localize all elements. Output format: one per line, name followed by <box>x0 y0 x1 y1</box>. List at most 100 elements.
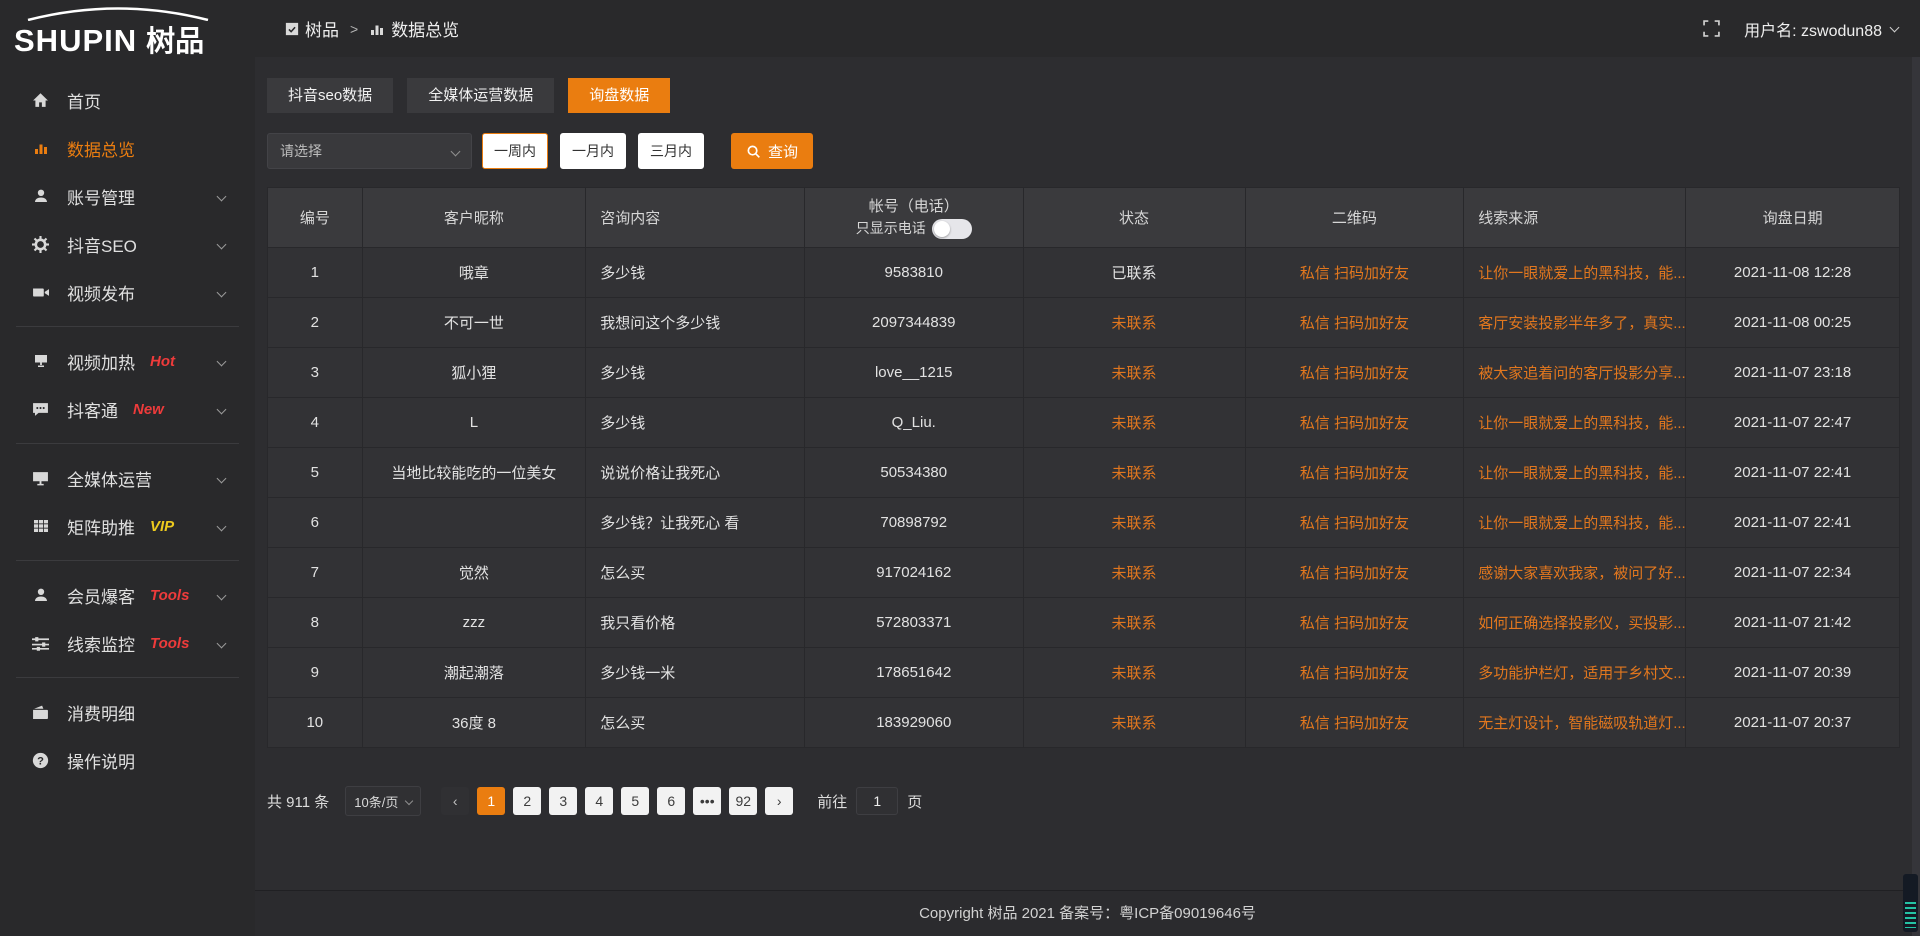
username-label: 用户名: zswodun88 <box>1744 17 1882 41</box>
cell-source[interactable]: 无主灯设计，智能磁吸轨道灯... <box>1464 698 1686 748</box>
grid-icon <box>31 518 50 534</box>
column-header: 编号 <box>268 188 363 248</box>
cell-qrcode[interactable]: 私信 扫码加好友 <box>1245 448 1464 498</box>
sidebar-item-sliders[interactable]: 线索监控Tools <box>0 619 255 667</box>
table-row: 3狐小狸多少钱love__1215未联系私信 扫码加好友被大家追着问的客厅投影分… <box>268 348 1900 398</box>
scrollbar-track[interactable] <box>1912 57 1920 936</box>
chevron-down-icon <box>217 356 227 366</box>
badge-new: New <box>133 401 164 418</box>
page-size-select[interactable]: 10条/页 <box>345 786 421 816</box>
cell-source[interactable]: 被大家追着问的客厅投影分享... <box>1464 348 1686 398</box>
tab-询盘数据[interactable]: 询盘数据 <box>568 78 670 113</box>
sidebar-item-monitor[interactable]: 全媒体运营 <box>0 454 255 502</box>
sidebar-item-label: 矩阵助推 <box>67 514 135 539</box>
cell-status: 未联系 <box>1023 548 1245 598</box>
pagination: 共 911 条 10条/页 ‹ 123456•••92 › 前往 页 <box>267 786 1900 816</box>
breadcrumb: 树品>数据总览 <box>285 16 459 41</box>
main-content: 抖音seo数据全媒体运营数据询盘数据 请选择 一周内一月内三月内 查询 编号客户… <box>255 57 1920 890</box>
sidebar-item-member[interactable]: 会员爆客Tools <box>0 571 255 619</box>
sidebar-item-wallet[interactable]: 消费明细 <box>0 688 255 736</box>
goto-page-input[interactable] <box>856 787 898 815</box>
page-button-92[interactable]: 92 <box>729 787 757 815</box>
breadcrumb-label: 树品 <box>305 16 339 41</box>
page-button-1[interactable]: 1 <box>477 787 505 815</box>
cell-account: 9583810 <box>804 248 1023 298</box>
sidebar-item-comment[interactable]: 抖客通 New <box>0 385 255 433</box>
column-header: 咨询内容 <box>586 188 805 248</box>
sidebar-item-label: 抖客通 <box>67 397 118 422</box>
cell-status: 未联系 <box>1023 398 1245 448</box>
search-button[interactable]: 查询 <box>731 133 813 169</box>
sliders-icon <box>31 635 50 652</box>
tab-全媒体运营数据[interactable]: 全媒体运营数据 <box>407 78 554 113</box>
page-button-3[interactable]: 3 <box>549 787 577 815</box>
fullscreen-icon[interactable] <box>1703 20 1720 37</box>
cell-no: 2 <box>268 298 363 348</box>
badge-tools: Tools <box>150 635 189 652</box>
sidebar-item-chart[interactable]: 数据总览 <box>0 124 255 172</box>
page-button-5[interactable]: 5 <box>621 787 649 815</box>
cell-source[interactable]: 让你一眼就爱上的黑科技，能... <box>1464 448 1686 498</box>
sidebar-item-label: 账号管理 <box>67 184 135 209</box>
sidebar-item-video[interactable]: 视频发布 <box>0 268 255 316</box>
cell-source[interactable]: 多功能护栏灯，适用于乡村文... <box>1464 648 1686 698</box>
tab-抖音seo数据[interactable]: 抖音seo数据 <box>267 78 393 113</box>
phone-only-toggle[interactable] <box>932 219 972 239</box>
cell-content: 多少钱一米 <box>586 648 805 698</box>
cell-account: Q_Liu. <box>804 398 1023 448</box>
column-header: 帐号（电话）只显示电话 <box>804 188 1023 248</box>
cell-source[interactable]: 客厅安装投影半年多了，真实... <box>1464 298 1686 348</box>
cell-date: 2021-11-07 23:18 <box>1686 348 1900 398</box>
cell-nickname: 哦章 <box>362 248 586 298</box>
cell-date: 2021-11-07 22:34 <box>1686 548 1900 598</box>
cell-qrcode[interactable]: 私信 扫码加好友 <box>1245 648 1464 698</box>
chevron-down-icon <box>451 146 461 156</box>
sidebar-item-user[interactable]: 账号管理 <box>0 172 255 220</box>
page-button-2[interactable]: 2 <box>513 787 541 815</box>
app-logo[interactable]: SHUPIN 树品 <box>0 0 255 64</box>
cell-qrcode[interactable]: 私信 扫码加好友 <box>1245 348 1464 398</box>
sidebar-item-question[interactable]: ?操作说明 <box>0 736 255 784</box>
breadcrumb-item[interactable]: 数据总览 <box>369 16 459 41</box>
cell-date: 2021-11-07 21:42 <box>1686 598 1900 648</box>
period-button-一周内[interactable]: 一周内 <box>482 133 548 169</box>
cell-source[interactable]: 让你一眼就爱上的黑科技，能... <box>1464 248 1686 298</box>
cell-source[interactable]: 让你一眼就爱上的黑科技，能... <box>1464 498 1686 548</box>
cell-no: 5 <box>268 448 363 498</box>
cell-qrcode[interactable]: 私信 扫码加好友 <box>1245 598 1464 648</box>
cell-status: 未联系 <box>1023 448 1245 498</box>
cell-source[interactable]: 让你一眼就爱上的黑科技，能... <box>1464 398 1686 448</box>
cell-qrcode[interactable]: 私信 扫码加好友 <box>1245 498 1464 548</box>
inquiry-table: 编号客户昵称咨询内容帐号（电话）只显示电话状态二维码线索来源询盘日期 1哦章多少… <box>267 187 1900 748</box>
chart-icon <box>369 21 385 37</box>
sidebar-item-heat[interactable]: 视频加热Hot <box>0 337 255 385</box>
cell-qrcode[interactable]: 私信 扫码加好友 <box>1245 698 1464 748</box>
goto-suffix: 页 <box>907 791 922 812</box>
page-ellipsis-button[interactable]: ••• <box>693 787 721 815</box>
cell-qrcode[interactable]: 私信 扫码加好友 <box>1245 298 1464 348</box>
prev-page-button[interactable]: ‹ <box>441 787 469 815</box>
period-button-一月内[interactable]: 一月内 <box>560 133 626 169</box>
cell-qrcode[interactable]: 私信 扫码加好友 <box>1245 398 1464 448</box>
cell-qrcode[interactable]: 私信 扫码加好友 <box>1245 248 1464 298</box>
page-button-6[interactable]: 6 <box>657 787 685 815</box>
cell-no: 7 <box>268 548 363 598</box>
cell-content: 我只看价格 <box>586 598 805 648</box>
sidebar-item-home[interactable]: 首页 <box>0 76 255 124</box>
cell-source[interactable]: 如何正确选择投影仪，买投影... <box>1464 598 1686 648</box>
breadcrumb-item[interactable]: 树品 <box>285 16 339 41</box>
footer: Copyright 树品 2021 备案号：粤ICP备09019646号 <box>255 890 1920 936</box>
cell-content: 多少钱 <box>586 398 805 448</box>
sidebar-item-grid[interactable]: 矩阵助推VIP <box>0 502 255 550</box>
sidebar-item-label: 操作说明 <box>67 748 135 773</box>
page-button-4[interactable]: 4 <box>585 787 613 815</box>
period-button-三月内[interactable]: 三月内 <box>638 133 704 169</box>
cell-qrcode[interactable]: 私信 扫码加好友 <box>1245 548 1464 598</box>
next-page-button[interactable]: › <box>765 787 793 815</box>
column-header: 状态 <box>1023 188 1245 248</box>
filter-select[interactable]: 请选择 <box>267 133 472 169</box>
sidebar-item-gear[interactable]: 抖音SEO <box>0 220 255 268</box>
cell-account: 70898792 <box>804 498 1023 548</box>
cell-source[interactable]: 感谢大家喜欢我家，被问了好... <box>1464 548 1686 598</box>
user-menu[interactable]: 用户名: zswodun88 <box>1744 17 1898 41</box>
